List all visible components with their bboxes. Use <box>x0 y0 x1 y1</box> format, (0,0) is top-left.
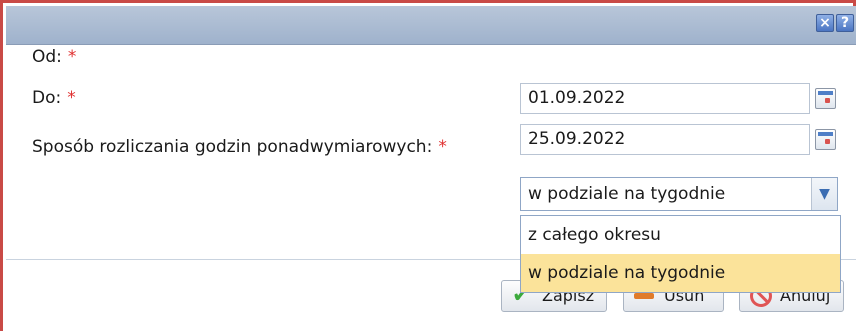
close-icon[interactable]: × <box>816 14 834 32</box>
chevron-down-icon[interactable]: ▼ <box>811 178 837 210</box>
sposob-label-text: Sposób rozliczania godzin ponadwymiarowy… <box>32 137 433 157</box>
sposob-dropdown-list: z całego okresu w podziale na tygodnie <box>520 215 841 293</box>
dropdown-option[interactable]: z całego okresu <box>521 216 840 254</box>
do-label-text: Do: <box>32 88 62 108</box>
sposob-select-value: w podziale na tygodnie <box>528 184 726 204</box>
do-required-mark: * <box>67 88 76 108</box>
calendar-icon[interactable] <box>815 129 836 150</box>
sposob-label: Sposób rozliczania godzin ponadwymiarowy… <box>32 137 447 157</box>
minus-icon <box>634 293 654 299</box>
od-label-text: Od: <box>32 47 62 67</box>
od-required-mark: * <box>67 47 77 67</box>
od-label: Od: * <box>32 47 76 67</box>
dialog-titlebar: × ? <box>6 6 856 45</box>
calendar-icon[interactable] <box>815 88 836 109</box>
do-date-input[interactable]: 25.09.2022 <box>520 124 810 155</box>
help-icon[interactable]: ? <box>836 14 854 32</box>
do-label: Do: * <box>32 88 76 108</box>
od-date-input[interactable]: 01.09.2022 <box>520 83 810 114</box>
sposob-required-mark: * <box>438 137 447 157</box>
sposob-select[interactable]: w podziale na tygodnie ▼ <box>520 177 838 211</box>
dialog-frame: × ? Od: * Do: * Sposób rozliczania godzin … <box>0 0 856 334</box>
dropdown-option-selected[interactable]: w podziale na tygodnie <box>521 254 840 292</box>
